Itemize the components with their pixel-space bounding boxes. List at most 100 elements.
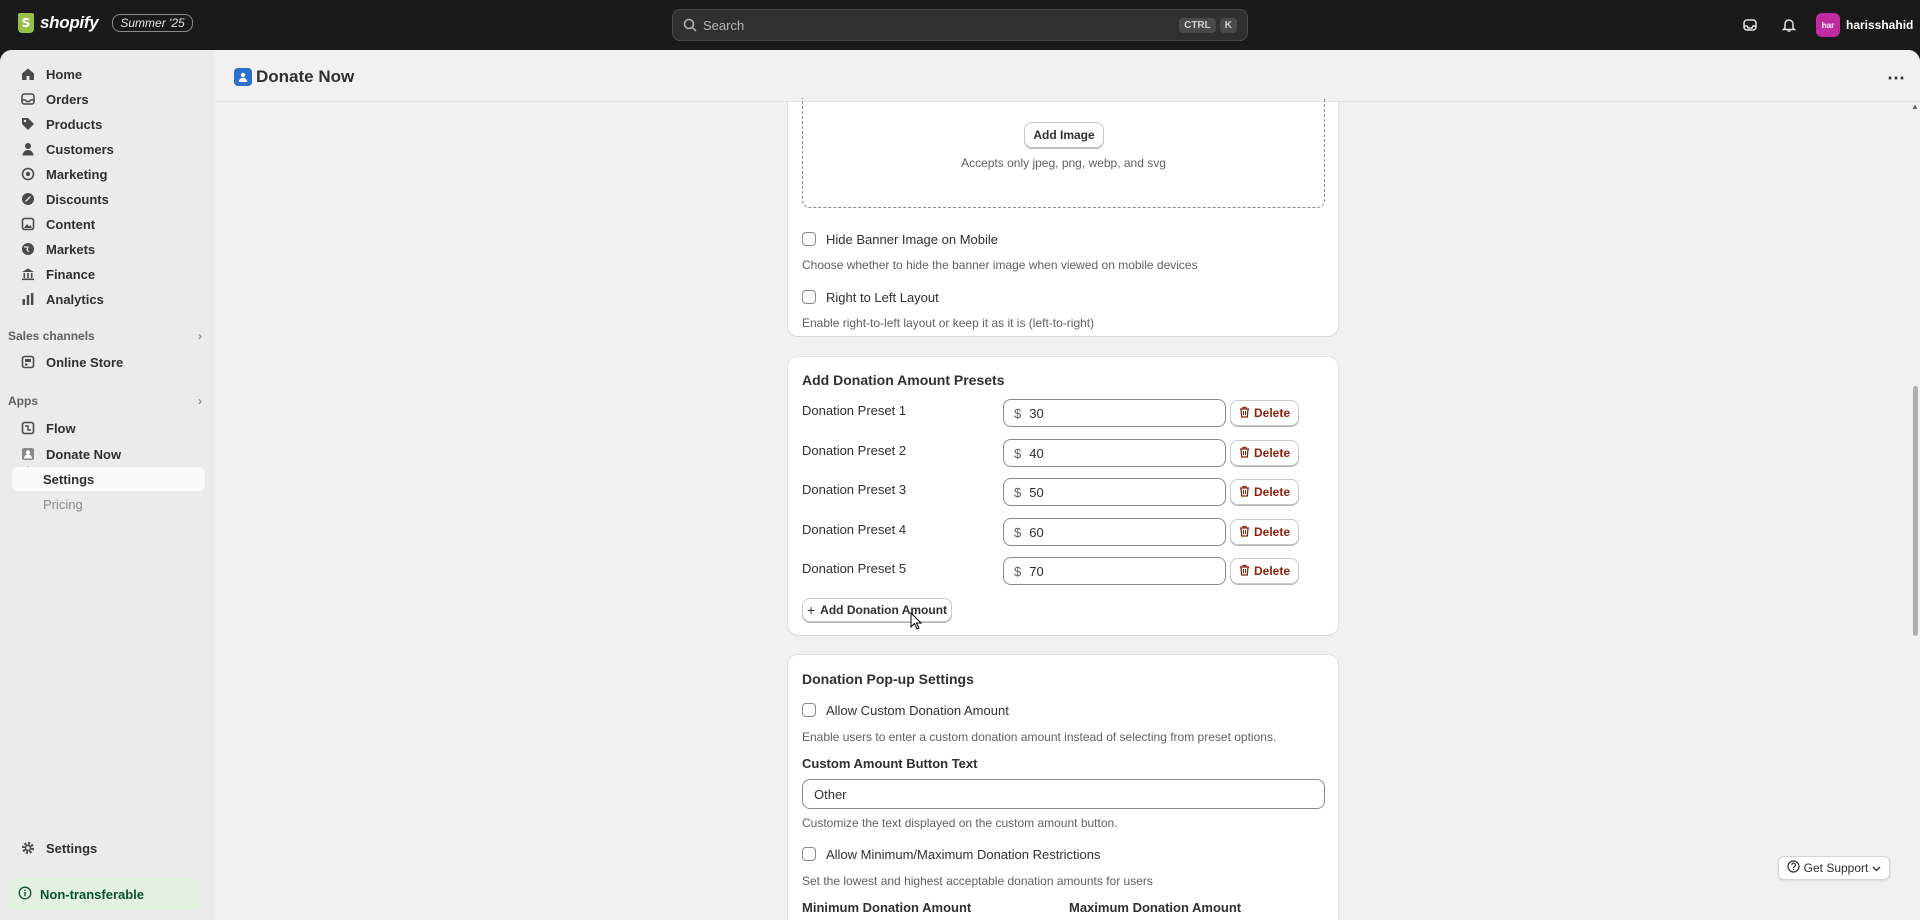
preset-amount-input[interactable]: $40 (1003, 439, 1226, 467)
edition-badge[interactable]: Summer '25 (112, 14, 193, 32)
sidebar-item-discounts[interactable]: Discounts (12, 187, 205, 211)
delete-preset-button[interactable]: Delete (1230, 519, 1299, 545)
delete-label: Delete (1253, 406, 1291, 420)
shortcut-k: K (1219, 17, 1237, 33)
get-support-label: Get Support (1803, 861, 1869, 875)
scrollbar-thumb[interactable] (1913, 386, 1918, 636)
sidebar-item-settings[interactable]: Settings (12, 836, 205, 860)
delete-preset-button[interactable]: Delete (1230, 400, 1299, 426)
banner-settings-card: Add Image Accepts only jpeg, png, webp, … (788, 98, 1338, 336)
add-image-button[interactable]: Add Image (1024, 122, 1104, 148)
trash-icon (1239, 525, 1250, 540)
image-dropzone[interactable]: Add Image Accepts only jpeg, png, webp, … (802, 98, 1325, 208)
search-icon (683, 18, 697, 32)
sidebar-item-flow[interactable]: Flow (12, 416, 205, 440)
popup-settings-card: Donation Pop-up Settings Allow Custom Do… (788, 655, 1338, 920)
sidebar-item-settings-sub[interactable]: Settings (12, 467, 205, 491)
rtl-layout-label: Right to Left Layout (826, 290, 939, 305)
sidebar-item-label: Discounts (46, 191, 109, 207)
sales-channels-section[interactable]: Sales channels › (8, 329, 204, 343)
sidebar-item-label: Customers (46, 141, 114, 157)
sidebar-item-label: Markets (46, 241, 96, 257)
plus-icon: + (806, 602, 816, 618)
sidebar-item-home[interactable]: Home (12, 62, 205, 86)
input-value: Other (814, 786, 847, 802)
page-header: Donate Now ⋯ (214, 50, 1920, 102)
sidebar-item-pricing[interactable]: Pricing (12, 492, 205, 516)
shopify-bag-icon (18, 13, 34, 33)
non-transferable-banner[interactable]: Non-transferable (8, 878, 200, 910)
custom-amount-button-text-input[interactable]: Other (802, 779, 1325, 809)
sidebar-item-label: Donate Now (46, 446, 122, 462)
user-menu[interactable]: har harisshahid (1816, 13, 1913, 37)
help-circle-icon (1787, 860, 1800, 876)
donation-presets-card: Add Donation Amount Presets Donation Pre… (788, 357, 1338, 635)
sidebar-item-label: Content (46, 216, 96, 232)
delete-label: Delete (1253, 564, 1291, 578)
card-title: Donation Pop-up Settings (802, 671, 974, 687)
sidebar-item-label: Analytics (46, 291, 104, 307)
preset-value: 40 (1029, 445, 1044, 461)
bell-icon[interactable] (1779, 15, 1799, 35)
preset-amount-input[interactable]: $60 (1003, 518, 1226, 546)
sidebar-item-label: Online Store (46, 354, 124, 370)
apps-section[interactable]: Apps › (8, 394, 204, 408)
scroll-up-arrow-icon[interactable]: ▲ (1911, 102, 1919, 111)
more-actions-icon[interactable]: ⋯ (1886, 68, 1906, 88)
sidebar-item-online-store[interactable]: Online Store (12, 350, 205, 374)
sidebar-item-products[interactable]: Products (12, 112, 205, 136)
chevron-right-icon: › (198, 394, 202, 408)
preset-label: Donation Preset 5 (802, 561, 907, 576)
shopify-logo[interactable]: shopify Summer '25 (18, 13, 193, 33)
sidebar-item-marketing[interactable]: Marketing (12, 162, 205, 186)
preset-amount-input[interactable]: $70 (1003, 557, 1226, 585)
sidebar-item-donate-now[interactable]: Donate Now (12, 442, 205, 466)
minmax-label: Allow Minimum/Maximum Donation Restricti… (826, 847, 1101, 862)
preset-value: 70 (1029, 563, 1044, 579)
sidebar-item-content[interactable]: Content (12, 212, 205, 236)
sidebar: Home Orders Products Customers Marketing… (0, 50, 214, 920)
preset-amount-input[interactable]: $50 (1003, 478, 1226, 506)
currency-symbol: $ (1014, 524, 1022, 540)
delete-preset-button[interactable]: Delete (1230, 479, 1299, 505)
donate-now-app-icon (234, 68, 252, 86)
target-icon (20, 166, 36, 182)
add-donation-amount-button[interactable]: + Add Donation Amount (802, 598, 952, 622)
currency-symbol: $ (1014, 405, 1022, 421)
button-text-help: Customize the text displayed on the cust… (802, 816, 1118, 830)
minmax-help: Set the lowest and highest acceptable do… (802, 874, 1153, 888)
info-icon (18, 886, 32, 903)
card-title: Add Donation Amount Presets (802, 372, 1005, 388)
preset-amount-input[interactable]: $30 (1003, 399, 1226, 427)
chevron-down-icon (1872, 861, 1881, 875)
inbox-icon[interactable] (1740, 15, 1760, 35)
rtl-layout-checkbox[interactable] (802, 290, 816, 304)
preset-value: 60 (1029, 524, 1044, 540)
discount-icon (20, 191, 36, 207)
search-bar[interactable]: Search CTRL K (672, 9, 1248, 41)
delete-preset-button[interactable]: Delete (1230, 440, 1299, 466)
sidebar-item-label: Orders (46, 91, 89, 107)
currency-symbol: $ (1014, 445, 1022, 461)
sidebar-item-analytics[interactable]: Analytics (12, 287, 205, 311)
hide-banner-label: Hide Banner Image on Mobile (826, 232, 998, 247)
shortcut-ctrl: CTRL (1179, 17, 1216, 33)
get-support-button[interactable]: Get Support (1778, 856, 1890, 880)
sidebar-item-orders[interactable]: Orders (12, 87, 205, 111)
preset-label: Donation Preset 1 (802, 403, 907, 418)
minmax-checkbox[interactable] (802, 847, 816, 861)
globe-icon (20, 241, 36, 257)
sidebar-item-customers[interactable]: Customers (12, 137, 205, 161)
sidebar-item-label: Settings (43, 471, 95, 487)
sidebar-item-label: Home (46, 66, 83, 82)
hide-banner-help: Choose whether to hide the banner image … (802, 258, 1198, 272)
donate-now-app-icon (20, 446, 36, 462)
sidebar-item-finance[interactable]: Finance (12, 262, 205, 286)
custom-amount-checkbox[interactable] (802, 703, 816, 717)
sidebar-item-label: Finance (46, 266, 96, 282)
page-title: Donate Now (256, 67, 355, 86)
delete-preset-button[interactable]: Delete (1230, 558, 1299, 584)
sidebar-item-markets[interactable]: Markets (12, 237, 205, 261)
bank-icon (20, 266, 36, 282)
hide-banner-checkbox[interactable] (802, 232, 816, 246)
